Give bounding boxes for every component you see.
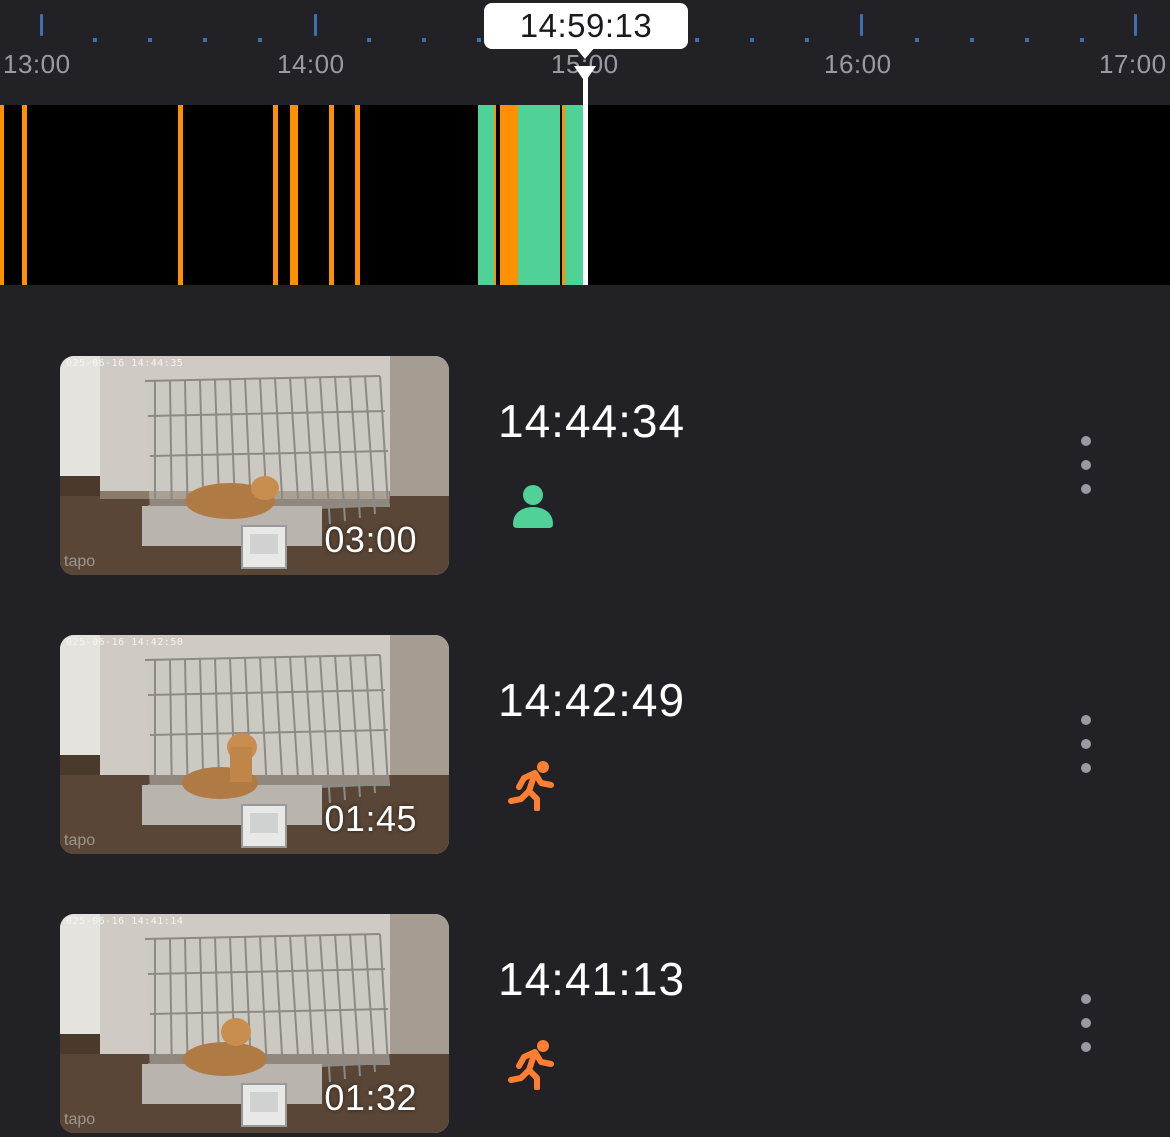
event-time: 14:41:13 (498, 953, 686, 1005)
more-options-button[interactable] (1072, 994, 1100, 1054)
minor-tick (695, 38, 699, 42)
clip-duration: 01:32 (324, 1077, 417, 1118)
minor-tick (148, 38, 152, 42)
event-item[interactable]: 025-06-16 14:42:50 tapo 01:45 14:42:49 (0, 635, 1170, 855)
event-thumbnail[interactable]: 025-06-16 14:44:35 tapo 03:00 (60, 356, 449, 575)
bubble-tail (575, 47, 595, 59)
motion-segment[interactable] (0, 105, 4, 285)
playhead-line[interactable] (583, 70, 588, 285)
motion-segment[interactable] (329, 105, 334, 285)
running-person-icon (508, 761, 554, 811)
motion-segment[interactable] (178, 105, 183, 285)
current-time-bubble: 14:59:13 (484, 3, 688, 49)
motion-segment[interactable] (355, 105, 360, 285)
major-tick (1134, 14, 1137, 36)
event-item[interactable]: 025-06-16 14:41:14 tapo 01:32 14:41:13 (0, 914, 1170, 1134)
more-options-button[interactable] (1072, 715, 1100, 775)
motion-segment[interactable] (504, 105, 518, 285)
motion-segment[interactable] (273, 105, 278, 285)
event-time: 14:42:49 (498, 674, 686, 726)
hour-label: 16:00 (824, 49, 892, 79)
event-time: 14:44:34 (498, 395, 686, 447)
minor-tick (750, 38, 754, 42)
clip-duration: 01:45 (324, 798, 417, 839)
more-options-button[interactable] (1072, 436, 1100, 496)
major-tick (860, 14, 863, 36)
minor-tick (477, 38, 481, 42)
minor-tick (970, 38, 974, 42)
person-segment[interactable] (478, 105, 494, 285)
motion-segment[interactable] (22, 105, 27, 285)
minor-tick (203, 38, 207, 42)
minor-tick (422, 38, 426, 42)
thumbnail-timestamp: 025-06-16 14:44:35 (66, 358, 184, 369)
person-segment[interactable] (565, 105, 583, 285)
watermark: tapo (64, 1111, 96, 1128)
playhead-marker[interactable] (574, 66, 596, 82)
minor-tick (915, 38, 919, 42)
motion-segment[interactable] (290, 105, 298, 285)
minor-tick (1025, 38, 1029, 42)
thumbnail-timestamp: 025-06-16 14:42:50 (66, 637, 184, 648)
hour-label: 17:00 (1099, 49, 1167, 79)
minor-tick (93, 38, 97, 42)
major-tick (314, 14, 317, 36)
major-tick (40, 14, 43, 36)
event-thumbnail[interactable]: 025-06-16 14:42:50 tapo 01:45 (60, 635, 449, 854)
minor-tick (367, 38, 371, 42)
minor-tick (805, 38, 809, 42)
event-item[interactable]: 025-06-16 14:44:35 tapo 03:00 14:44:34 (0, 356, 1170, 576)
person-segment[interactable] (518, 105, 560, 285)
motion-segment[interactable] (494, 105, 496, 285)
watermark: tapo (64, 553, 96, 570)
hour-label: 13:00 (3, 49, 71, 79)
person-icon (513, 485, 553, 528)
event-thumbnail[interactable]: 025-06-16 14:41:14 tapo 01:32 (60, 914, 449, 1133)
thumbnail-timestamp: 025-06-16 14:41:14 (66, 916, 184, 927)
minor-tick (258, 38, 262, 42)
hour-label: 14:00 (277, 49, 345, 79)
running-person-icon (508, 1040, 554, 1090)
watermark: tapo (64, 832, 96, 849)
minor-tick (1080, 38, 1084, 42)
clip-duration: 03:00 (324, 519, 417, 560)
